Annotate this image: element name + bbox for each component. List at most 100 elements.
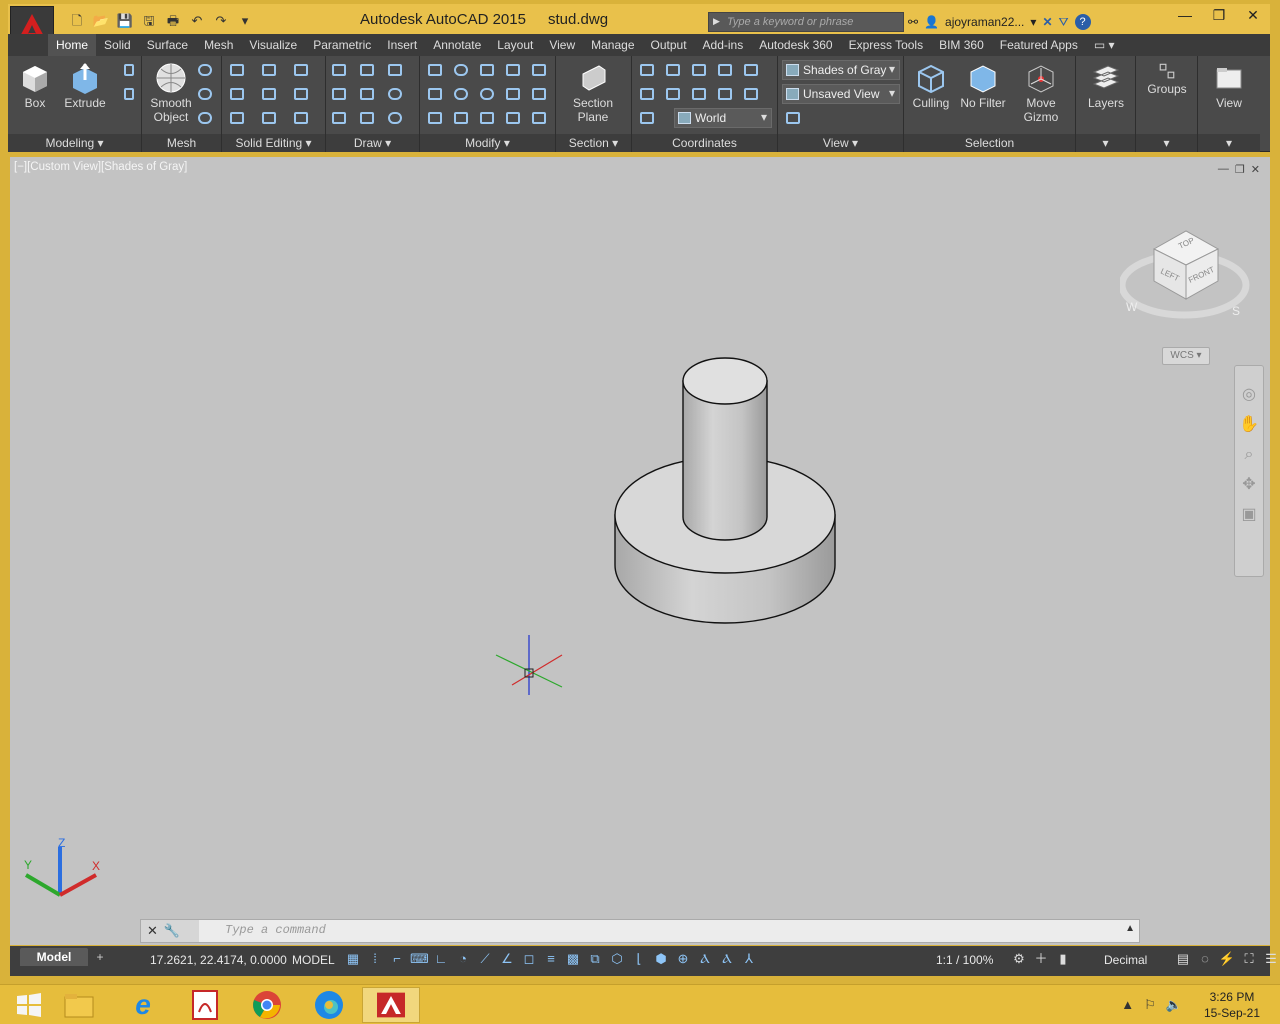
snap-icon[interactable]: ⁞ <box>366 950 384 968</box>
section-panel-label[interactable]: Section ▾ <box>556 134 631 152</box>
user-icon[interactable]: 👤 <box>924 15 939 29</box>
draw-panel-label[interactable]: Draw ▾ <box>326 134 419 152</box>
tab-visualize[interactable]: Visualize <box>241 34 305 56</box>
presspull-icon[interactable] <box>118 60 140 80</box>
wcs-menu-button[interactable]: WCS ▾ <box>1162 347 1210 365</box>
qat-open-icon[interactable]: 📂 <box>90 12 112 30</box>
move-icon[interactable] <box>476 60 498 80</box>
tab-output[interactable]: Output <box>643 34 695 56</box>
lineweight-icon[interactable]: ≡ <box>542 950 560 968</box>
search-input[interactable]: Type a keyword or phrase <box>708 12 904 32</box>
mesh-refine-icon[interactable] <box>194 108 216 128</box>
stretch-icon[interactable] <box>424 108 446 128</box>
qat-new-icon[interactable]: 🗋 <box>66 12 88 30</box>
command-customize-icon[interactable]: 🔧 <box>164 923 180 939</box>
slice-icon[interactable] <box>258 84 280 104</box>
isolate-objects-icon[interactable]: ◌ <box>1196 950 1214 968</box>
ucs-world-icon[interactable] <box>636 84 658 104</box>
modeling-panel-label[interactable]: Modeling ▾ <box>8 134 141 152</box>
array-rect-icon[interactable] <box>528 108 550 128</box>
visual-style-select[interactable]: Shades of Gray <box>782 60 900 80</box>
grid-icon[interactable]: ▦ <box>344 950 362 968</box>
tab-express-tools[interactable]: Express Tools <box>841 34 931 56</box>
rotate-icon[interactable] <box>476 84 498 104</box>
fillet-icon[interactable] <box>528 84 550 104</box>
coordinates-panel-label[interactable]: Coordinates <box>632 134 777 152</box>
no-filter-button[interactable]: No Filter <box>956 60 1010 132</box>
selection-filter-icon[interactable]: ⬢ <box>652 950 670 968</box>
osnap-icon[interactable]: ◻ <box>520 950 538 968</box>
box-button[interactable]: Box <box>8 60 62 132</box>
modify-panel-label[interactable]: Modify ▾ <box>420 134 555 152</box>
orbit-icon[interactable]: ✥ <box>1235 470 1263 500</box>
ucs-select[interactable]: World <box>674 108 772 128</box>
exchange-icon[interactable]: ✕ <box>1042 15 1052 29</box>
qat-save-icon[interactable]: 💾 <box>114 12 136 30</box>
extrude-button[interactable]: Extrude <box>58 60 112 132</box>
thicken-icon[interactable] <box>258 108 280 128</box>
maximize-button[interactable]: ❐ <box>1202 4 1236 26</box>
quick-properties-icon[interactable]: ▤ <box>1174 950 1192 968</box>
extrude-faces-icon[interactable] <box>290 84 312 104</box>
named-view-select[interactable]: Unsaved View <box>782 84 900 104</box>
clean-screen-icon[interactable]: ⛶ <box>1240 950 1258 968</box>
shaft-side[interactable] <box>682 380 768 541</box>
taskbar-chrome[interactable] <box>238 987 296 1023</box>
command-history-toggle-icon[interactable]: ▲ <box>1125 923 1135 934</box>
object-snap-tracking-icon[interactable]: ∠ <box>498 950 516 968</box>
erase-icon[interactable] <box>476 108 498 128</box>
viewcube[interactable]: TOP LEFT FRONT W S <box>1120 219 1250 329</box>
tab-insert[interactable]: Insert <box>379 34 425 56</box>
qat-customize-icon[interactable]: ▾ <box>234 12 256 30</box>
zoom-icon[interactable]: ⌕ <box>1235 440 1263 470</box>
annotation-scale-icon[interactable]: ⅄ <box>740 950 758 968</box>
polysolid-icon[interactable] <box>118 84 140 104</box>
qat-undo-icon[interactable]: ↶ <box>186 12 208 30</box>
copy-icon[interactable] <box>502 60 524 80</box>
steering-wheel-icon[interactable]: ◎ <box>1235 380 1263 410</box>
ucs-z-icon[interactable] <box>688 84 710 104</box>
tab-view[interactable]: View <box>541 34 583 56</box>
polyline-icon[interactable] <box>328 60 350 80</box>
tray-expand-icon[interactable]: ▲ <box>1121 997 1134 1013</box>
groups-panel-expand[interactable]: ▾ <box>1136 134 1197 152</box>
rotate3d-icon[interactable] <box>450 60 472 80</box>
move-gizmo-button[interactable]: Move Gizmo <box>1014 60 1068 132</box>
taskbar-acrobat[interactable] <box>176 987 234 1023</box>
auto-scale-icon[interactable]: Ⲁ <box>718 950 736 968</box>
offset-icon[interactable] <box>424 84 446 104</box>
drawing-viewport[interactable]: [−][Custom View][Shades of Gray] — ❐ ✕ Z… <box>10 157 1270 945</box>
polygon-icon[interactable] <box>328 108 350 128</box>
view-button[interactable]: View <box>1202 60 1256 132</box>
close-button[interactable]: ✕ <box>1236 4 1270 26</box>
intersect-icon[interactable] <box>226 108 248 128</box>
culling-button[interactable]: Culling <box>904 60 958 132</box>
subtract-icon[interactable] <box>226 84 248 104</box>
clock[interactable]: 3:26 PM 15-Sep-21 <box>1204 989 1260 1021</box>
viewport-config-icon[interactable] <box>782 108 804 128</box>
binoculars-icon[interactable]: ⚯ <box>908 15 918 29</box>
volume-icon[interactable]: 🔈 <box>1166 997 1182 1013</box>
ucs-object-icon[interactable] <box>740 84 762 104</box>
ucs-icon[interactable] <box>636 60 658 80</box>
taskbar-edge[interactable] <box>300 987 358 1023</box>
annotation-scale[interactable]: 1:1 / 100% <box>936 953 993 967</box>
ucs-x-icon[interactable] <box>688 60 710 80</box>
dynamic-input-icon[interactable]: ⌨ <box>410 950 429 968</box>
ucs-y-icon[interactable] <box>662 84 684 104</box>
explode-icon[interactable] <box>502 108 524 128</box>
selection-cycling-icon[interactable]: ⧉ <box>586 950 604 968</box>
spline-icon[interactable] <box>328 84 350 104</box>
tab-featured-apps[interactable]: Featured Apps <box>992 34 1086 56</box>
circle-icon[interactable] <box>384 84 406 104</box>
helix-icon[interactable] <box>356 60 378 80</box>
tab-mesh[interactable]: Mesh <box>196 34 241 56</box>
qat-redo-icon[interactable]: ↷ <box>210 12 232 30</box>
viewcube-west-label[interactable]: W <box>1126 300 1138 314</box>
taskbar-autocad[interactable] <box>362 987 420 1023</box>
units-select[interactable]: Decimal <box>1104 953 1147 967</box>
mesh-smooth-less-icon[interactable] <box>194 84 216 104</box>
chevron-down-icon[interactable]: ▾ <box>1030 15 1036 29</box>
infer-constraints-icon[interactable]: ⌐ <box>388 950 406 968</box>
viewcube-south-label[interactable]: S <box>1232 304 1240 318</box>
